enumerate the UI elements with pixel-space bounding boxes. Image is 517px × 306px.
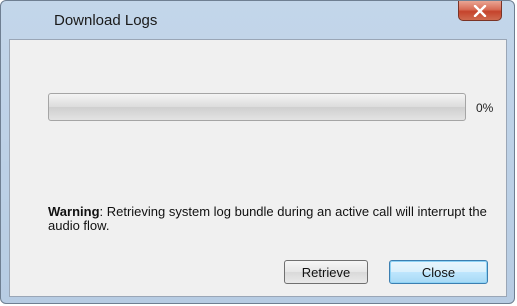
- dialog-body: 0% Warning: Retrieving system log bundle…: [9, 39, 507, 297]
- download-logs-dialog: Download Logs 0% Warning: Retrieving sys…: [0, 0, 515, 304]
- close-button[interactable]: Close: [389, 260, 488, 284]
- title-bar[interactable]: Download Logs: [1, 1, 514, 39]
- window-close-button[interactable]: [458, 1, 502, 21]
- warning-label: Warning: [48, 204, 100, 219]
- progress-bar: [48, 93, 466, 121]
- warning-text: Warning: Retrieving system log bundle du…: [48, 205, 498, 233]
- retrieve-button[interactable]: Retrieve: [284, 260, 368, 284]
- window-title: Download Logs: [54, 12, 158, 29]
- warning-message: : Retrieving system log bundle during an…: [48, 204, 487, 233]
- close-icon: [473, 4, 487, 17]
- progress-percent: 0%: [476, 101, 494, 115]
